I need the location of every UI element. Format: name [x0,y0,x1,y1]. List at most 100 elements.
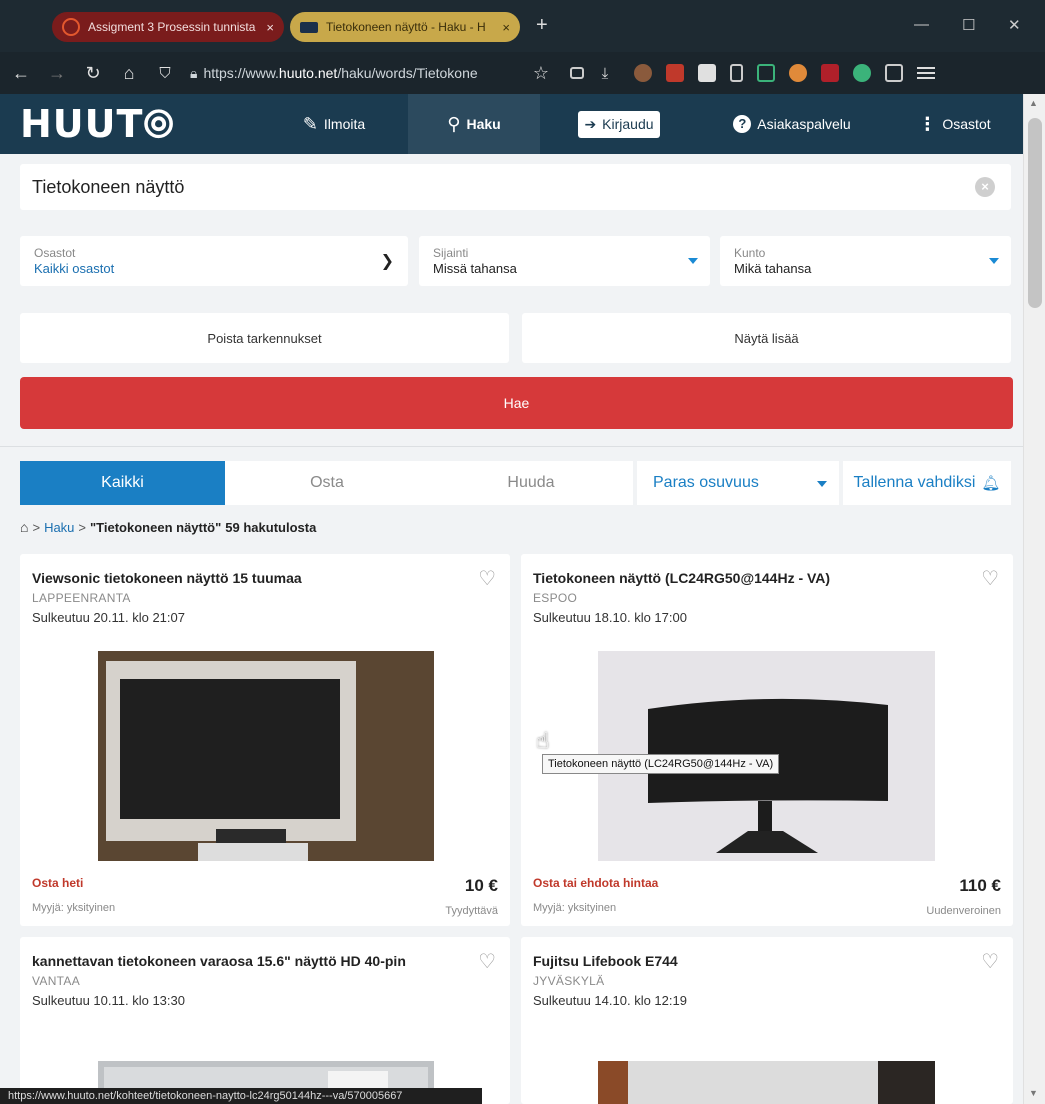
listing-card[interactable]: Viewsonic tietokoneen näyttö 15 tuumaa ♡… [20,554,510,926]
sort-select[interactable]: Paras osuvuus [637,461,839,505]
help-icon: ? [733,115,752,133]
clear-filters-button[interactable]: Poista tarkennukset [20,313,509,363]
scrollbar-thumb[interactable] [1028,118,1042,308]
nav-osastot[interactable]: ⋮ Osastot [886,94,1023,154]
listing-image[interactable] [598,1061,935,1104]
page-scrollbar[interactable]: ▲ ▼ [1023,94,1045,1104]
tab-osta[interactable]: Osta [225,461,429,505]
bookmark-star-icon[interactable]: ☆ [526,63,556,84]
reload-icon[interactable]: ↻ [78,63,108,84]
huuto-logo[interactable]: HUUT⦾ [20,102,260,147]
extension-icon[interactable] [821,64,839,82]
breadcrumb: ⌂ > Haku > "Tietokoneen näyttö" 59 hakut… [20,519,316,535]
extension-icon[interactable] [698,64,716,82]
browser-tab-bar: Assigment 3 Prosessin tunnista × Tietoko… [0,0,1045,52]
divider [0,446,1023,447]
shield-icon[interactable]: ⛉ [150,65,180,82]
tab-close-icon[interactable]: × [266,20,274,35]
address-bar[interactable]: 🔒︎ https://www. huuto.net/haku/words/Tiet… [190,58,520,88]
search-input-value: Tietokoneen näyttö [32,176,185,197]
reader-view-icon[interactable] [570,67,584,79]
tab-favicon-icon [62,18,80,36]
search-input[interactable]: Tietokoneen näyttö × [20,164,1011,210]
scroll-down-icon[interactable]: ▼ [1029,1088,1038,1098]
home-icon[interactable]: ⌂ [114,63,144,84]
listing-condition: Uudenveroinen [926,905,1001,917]
close-window-icon[interactable]: ✕ [1008,16,1021,34]
heart-icon[interactable]: ♡ [478,949,496,974]
filter-label: Osastot [34,246,76,260]
nav-label: Ilmoita [323,116,366,132]
new-tab-button[interactable]: + [536,14,548,37]
tab-huuda[interactable]: Huuda [429,461,633,505]
extension-icon[interactable] [853,64,871,82]
nav-haku[interactable]: ⚲ Haku [408,94,540,154]
browser-tab-assignment[interactable]: Assigment 3 Prosessin tunnista × [52,12,284,42]
chevron-right-icon: ❯ [380,253,394,270]
login-icon: ➔ [584,115,597,132]
save-search-label: Tallenna vahdiksi [853,474,976,491]
download-icon[interactable]: ⤓ [590,65,620,82]
filter-sijainti[interactable]: Sijainti Missä tahansa [419,236,710,286]
tab-label: Assigment 3 Prosessin tunnista [88,20,256,34]
nav-kirjaudu[interactable]: ➔ Kirjaudu [540,94,698,154]
clipboard-icon[interactable] [730,64,743,82]
nav-label: Haku [466,116,501,132]
listing-card[interactable]: Fujitsu Lifebook E744 ♡ JYVÄSKYLÄ Sulkeu… [521,937,1013,1104]
clear-search-icon[interactable]: × [975,177,995,197]
filter-kunto[interactable]: Kunto Mikä tahansa [720,236,1011,286]
save-search-button[interactable]: Tallenna vahdiksi 🔔︎ [843,461,1011,505]
extension-icon[interactable] [757,64,775,82]
status-bar-url: https://www.huuto.net/kohteet/tietokonee… [0,1088,482,1104]
nav-ilmoita[interactable]: ✎ Ilmoita [260,94,408,154]
heart-icon[interactable]: ♡ [981,566,999,591]
nav-asiakaspalvelu[interactable]: ? Asiakaspalvelu [698,94,886,154]
home-icon[interactable]: ⌂ [20,519,28,535]
listing-title[interactable]: Fujitsu Lifebook E744 [533,953,678,969]
listing-title[interactable]: Viewsonic tietokoneen näyttö 15 tuumaa [32,570,302,586]
login-button[interactable]: ➔ Kirjaudu [578,110,660,138]
breadcrumb-haku[interactable]: Haku [44,520,74,535]
maximize-icon[interactable]: ☐ [962,16,975,34]
browser-tab-huuto[interactable]: Tietokoneen näyttö - Haku - H × [290,12,520,42]
show-more-button[interactable]: Näytä lisää [522,313,1011,363]
nav-label: Asiakaspalvelu [757,116,851,132]
filter-osastot[interactable]: Osastot Kaikki osastot ❯ [20,236,408,286]
listing-closes: Sulkeutuu 10.11. klo 13:30 [32,993,185,1008]
listing-card[interactable]: kannettavan tietokoneen varaosa 15.6" nä… [20,937,510,1104]
extension-icon[interactable] [885,64,903,82]
listing-image[interactable] [98,651,434,861]
tab-close-icon[interactable]: × [502,20,510,35]
listing-closes: Sulkeutuu 18.10. klo 17:00 [533,610,687,625]
filter-label: Kunto [734,246,766,260]
result-count: 59 hakutulosta [225,519,317,535]
listing-city: JYVÄSKYLÄ [533,974,605,988]
minimize-icon[interactable]: — [914,16,929,33]
edit-icon: ✎ [302,113,318,134]
extension-icon[interactable] [666,64,684,82]
filter-value: Missä tahansa [433,261,517,276]
breadcrumb-query: "Tietokoneen näyttö" [90,519,222,535]
filter-value: Mikä tahansa [734,261,812,276]
back-icon[interactable]: ← [6,63,36,84]
listing-title[interactable]: kannettavan tietokoneen varaosa 15.6" nä… [32,953,406,969]
listing-seller: Myyjä: yksityinen [533,902,617,914]
menu-dots-icon: ⋮ [918,113,937,134]
tab-kaikki[interactable]: Kaikki [20,461,225,505]
dropdown-caret-icon [688,258,698,264]
listing-seller: Myyjä: yksityinen [32,902,116,914]
listing-card[interactable]: Tietokoneen näyttö (LC24RG50@144Hz - VA)… [521,554,1013,926]
forward-icon[interactable]: → [42,63,72,84]
laptop-photo [598,1061,935,1104]
browser-nav-bar: ← → ↻ ⌂ ⛉ 🔒︎ https://www. huuto.net/haku/… [0,52,1045,94]
scroll-up-icon[interactable]: ▲ [1029,98,1038,108]
extension-icon[interactable] [789,64,807,82]
listing-title[interactable]: Tietokoneen näyttö (LC24RG50@144Hz - VA) [533,570,830,586]
heart-icon[interactable]: ♡ [981,949,999,974]
nav-label: Osastot [942,116,991,132]
breadcrumb-separator: > [32,519,41,535]
menu-icon[interactable] [917,64,935,82]
search-button[interactable]: Hae [20,377,1013,429]
heart-icon[interactable]: ♡ [478,566,496,591]
extension-icon[interactable] [634,64,652,82]
